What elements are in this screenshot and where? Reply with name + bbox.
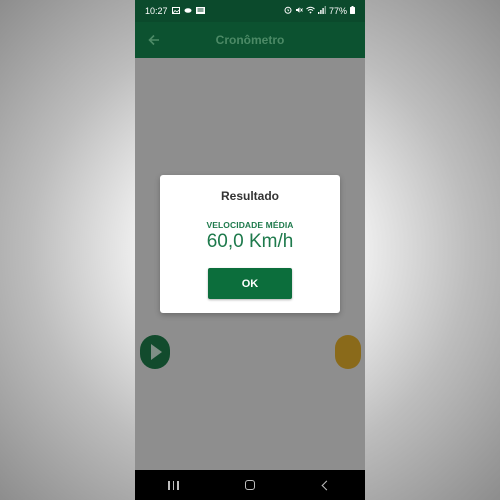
ok-button[interactable]: OK	[208, 268, 292, 299]
navigation-bar	[135, 470, 365, 500]
signal-icon	[317, 6, 326, 16]
mute-icon	[295, 6, 303, 16]
status-left: 10:27	[145, 6, 205, 16]
battery-icon	[350, 6, 355, 16]
dialog-title: Resultado	[220, 189, 279, 203]
arrow-left-icon[interactable]	[145, 31, 163, 49]
alarm-icon	[284, 6, 292, 16]
average-speed-value: 60,0 Km/h	[206, 231, 294, 252]
play-button[interactable]	[140, 335, 170, 369]
app-bar: Cronômetro	[135, 22, 365, 58]
status-time: 10:27	[145, 6, 168, 16]
back-icon	[321, 480, 332, 490]
news-icon	[195, 6, 205, 16]
wifi-icon	[306, 6, 315, 16]
battery-percent: 77%	[328, 6, 347, 16]
status-right: 77%	[284, 6, 355, 16]
play-icon	[151, 344, 162, 360]
result-dialog: Resultado VELOCIDADE MÉDIA 60,0 Km/h OK	[160, 175, 340, 313]
home-icon	[244, 480, 255, 490]
cloud-icon	[184, 7, 192, 15]
back-button[interactable]	[307, 470, 347, 500]
gallery-icon	[171, 6, 180, 16]
recent-apps-icon	[168, 480, 179, 490]
recent-apps-button[interactable]	[153, 470, 193, 500]
secondary-action-button[interactable]	[335, 335, 361, 369]
home-button[interactable]	[230, 470, 270, 500]
app-title: Cronômetro	[215, 33, 285, 47]
status-bar: 10:27 77%	[135, 0, 365, 22]
average-speed-label: VELOCIDADE MÉDIA	[206, 220, 294, 230]
